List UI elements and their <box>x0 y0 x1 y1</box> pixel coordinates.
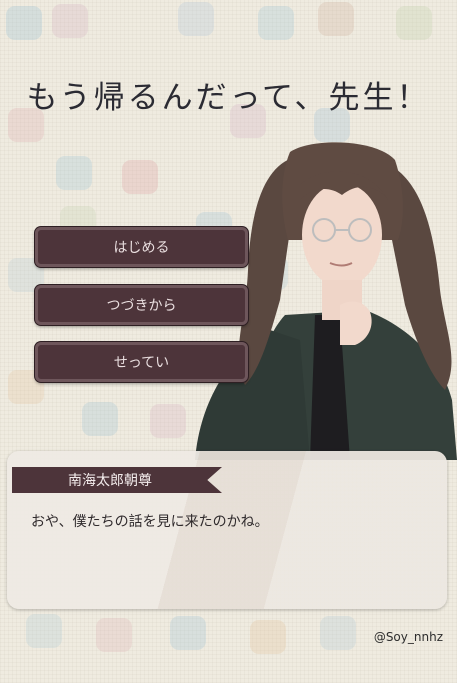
settings-button[interactable]: せってい <box>35 342 248 382</box>
start-button-label: はじめる <box>113 240 170 256</box>
game-title: もう帰るんだって、先生！ <box>26 80 431 116</box>
continue-button[interactable]: つづきから <box>35 285 248 325</box>
speaker-name-tag: 南海太郎朝尊 <box>12 467 222 493</box>
credit-text: @Soy_nnhz <box>373 630 443 644</box>
start-button[interactable]: はじめる <box>35 227 248 267</box>
speaker-name: 南海太郎朝尊 <box>68 473 152 489</box>
dialogue-text: おや、僕たちの話を見に来たのかね。 <box>31 514 269 530</box>
settings-button-label: せってい <box>113 355 170 371</box>
continue-button-label: つづきから <box>106 298 177 314</box>
